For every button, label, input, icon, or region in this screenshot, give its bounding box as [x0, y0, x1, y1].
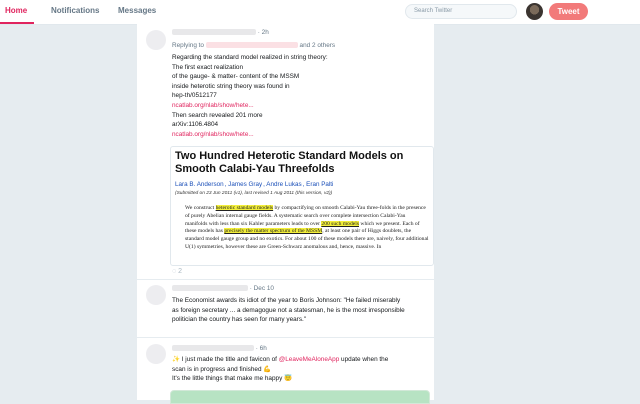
tweet-text-line: The first exact realization	[172, 63, 244, 71]
paper-author: Eran Palti	[306, 181, 334, 188]
replying-to: Replying to and 2 others	[172, 41, 335, 51]
reply-mentions[interactable]	[205, 42, 298, 49]
paper-authors: Lara B. Anderson, James Gray, Andre Luka…	[175, 181, 334, 188]
paper-author: James Gray	[228, 181, 263, 188]
tweet-text-line: hep-th/0512177	[172, 92, 217, 100]
top-navigation-bar: Home Notifications Messages Search Twitt…	[0, 0, 640, 25]
reply-action[interactable]: ◌ 2	[172, 268, 182, 275]
author-name[interactable]	[172, 29, 256, 36]
paper-title: Two Hundred Heterotic Standard Models on…	[175, 150, 404, 175]
author-name[interactable]	[172, 285, 248, 292]
nav-home-underline	[0, 22, 34, 24]
author-name[interactable]	[172, 345, 254, 352]
profile-avatar[interactable]	[526, 3, 543, 20]
tweet-text-line: politician the country has seen for many…	[172, 316, 307, 324]
abstract-highlight: 200 such models	[321, 220, 359, 227]
tweet-text-line: Regarding the standard model realized in…	[172, 54, 328, 61]
nav-home[interactable]: Home	[5, 6, 27, 15]
search-input[interactable]: Search Twitter	[405, 4, 517, 19]
paper-abstract: We construct heterotic standard models b…	[185, 205, 429, 252]
mention-link[interactable]: @LeaveMeAloneApp	[279, 356, 340, 363]
smile-icon: 😇	[284, 375, 293, 383]
tweet-text: I just made the title and favicon of	[181, 356, 277, 363]
abstract-highlight: precisely the matter spectrum of the MSS…	[224, 228, 323, 235]
tweet-text-line: The Economist awards its idiot of the ye…	[172, 297, 401, 304]
attached-media-preview[interactable]	[170, 390, 430, 404]
tweet-text-line: arXiv:1106.4804	[172, 121, 219, 129]
tweet-text: It's the little things that make me happ…	[172, 375, 283, 383]
avatar[interactable]	[146, 285, 166, 305]
tweet-text-line: as foreign secretary ... a demagogue not…	[172, 306, 405, 314]
tweet-link[interactable]: ncatlab.org/nlab/show/hete...	[172, 101, 254, 111]
paper-author: Lara B. Anderson	[175, 181, 224, 188]
tweet-time[interactable]: · 6h	[256, 345, 267, 352]
replying-prefix: Replying to	[172, 42, 204, 49]
tweet-header: · Dec 10	[172, 284, 274, 294]
abstract-highlight: heterotic standard models	[215, 205, 274, 211]
tweet-time[interactable]: · 2h	[258, 29, 269, 36]
tweet-text-line: Then search revealed 201 more	[172, 111, 263, 119]
tweet-header: · 2h	[172, 28, 269, 38]
tweet-time[interactable]: · Dec 10	[250, 285, 274, 292]
divider	[137, 337, 434, 338]
tweet-text-line: scan is in progress and finished 💪	[172, 365, 271, 375]
tweet-text-line: It's the little things that make me happ…	[172, 374, 292, 384]
tweet-text: update when the	[341, 356, 389, 363]
nav-notifications[interactable]: Notifications	[51, 6, 99, 15]
attached-paper-image[interactable]: Two Hundred Heterotic Standard Models on…	[170, 146, 434, 266]
tweet-header: · 6h	[172, 344, 267, 354]
nav-messages[interactable]: Messages	[118, 6, 156, 15]
sparkles-icon: ✨	[172, 356, 180, 363]
paper-submission-date: (Submitted on 23 Jun 2011 (v1), last rev…	[175, 191, 333, 196]
tweet-link[interactable]: ncatlab.org/nlab/show/hete...	[172, 130, 254, 140]
tweet-text-line: inside heterotic string theory was found…	[172, 82, 290, 90]
reply-count: 2	[178, 268, 183, 275]
tweet-text-line: ✨ I just made the title and favicon of @…	[172, 355, 388, 365]
tweet-text: scan is in progress and finished	[172, 365, 262, 373]
replying-suffix: and 2 others	[299, 42, 336, 49]
avatar[interactable]	[146, 344, 166, 364]
abstract-text: We construct	[185, 205, 216, 211]
tweet-button[interactable]: Tweet	[549, 3, 588, 20]
divider	[137, 279, 434, 280]
paper-author: Andre Lukas	[266, 181, 302, 188]
muscle-icon: 💪	[263, 365, 272, 373]
reply-icon: ◌	[172, 268, 177, 275]
avatar[interactable]	[146, 30, 166, 50]
tweet-text-line: of the gauge- & matter- content of the M…	[172, 73, 300, 81]
